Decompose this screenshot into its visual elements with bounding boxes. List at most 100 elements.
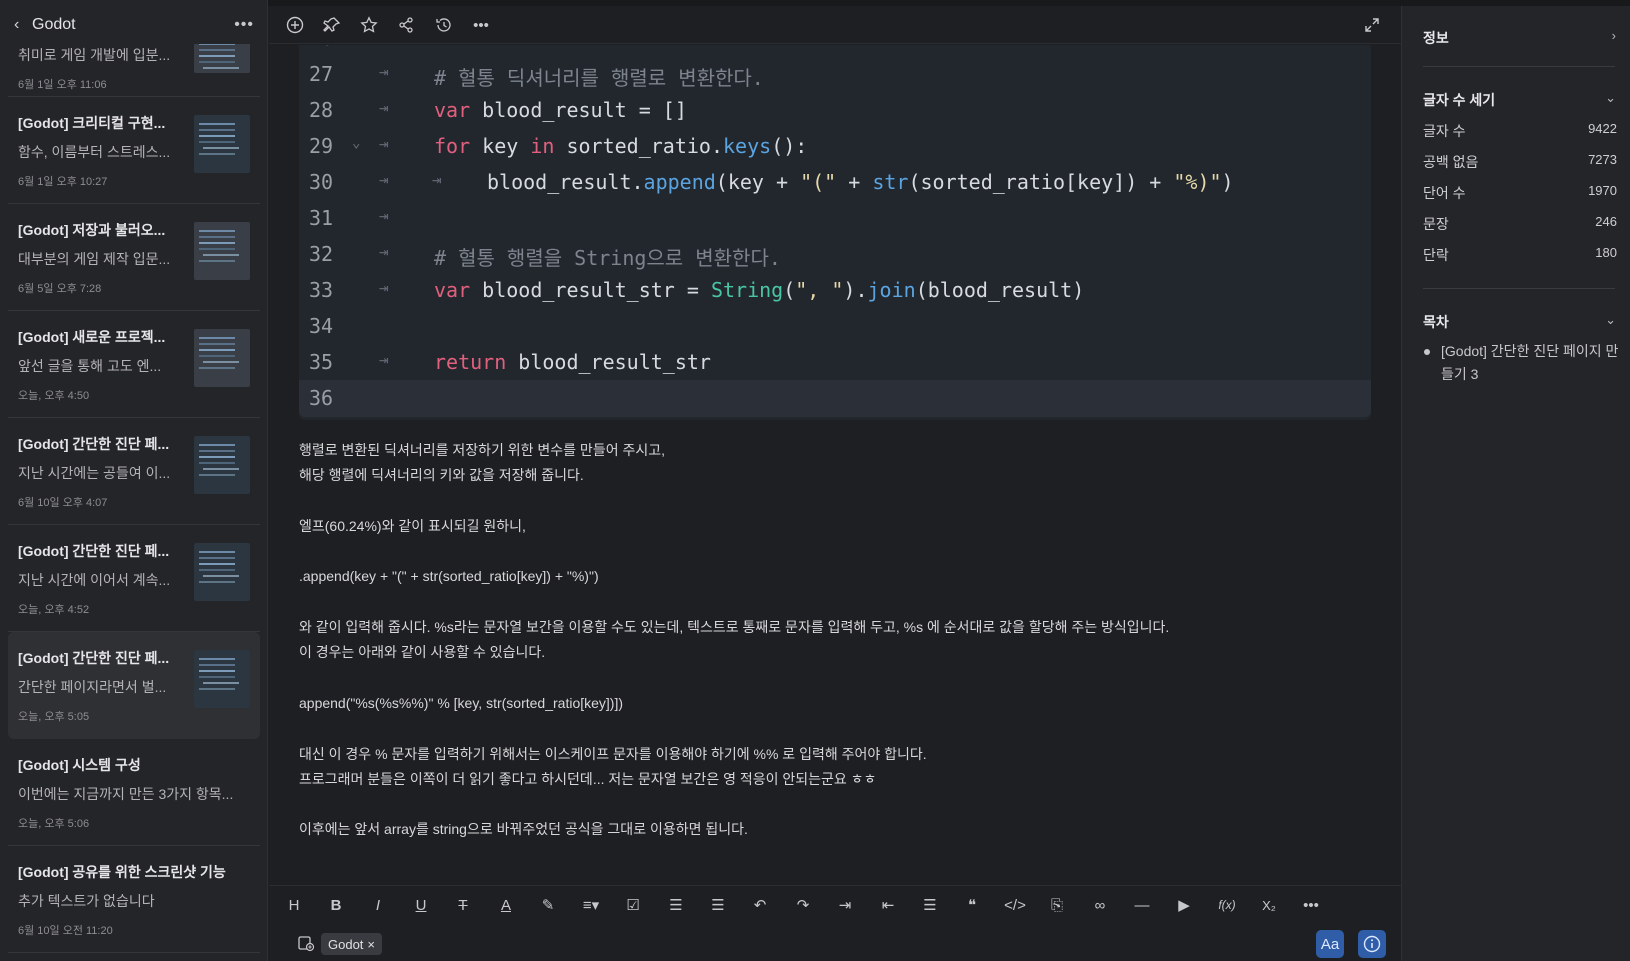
expand-icon[interactable] [1362, 15, 1382, 35]
note-list: 취미로 게임 개발에 입분... 6월 1일 오후 11:06 [Godot] … [0, 35, 267, 953]
outdent-icon[interactable]: ⇤ [876, 894, 900, 916]
note-list-sidebar: ‹ Godot ••• 취미로 게임 개발에 입분... 6월 1일 오후 11… [0, 0, 268, 961]
chevron-down-icon[interactable]: ⌄ [1605, 90, 1616, 106]
note-item-selected[interactable]: [Godot] 간단한 진단 페... 간단한 페이지라면서 벌... 오늘, … [8, 632, 260, 739]
fold-chevron-icon[interactable]: ⌄ [352, 135, 370, 151]
note-date: 오늘, 오후 5:05 [18, 711, 90, 723]
formula-icon[interactable]: f(x) [1215, 894, 1239, 916]
paragraph: 엘프(60.24%)와 같이 표시되길 원하니, [299, 517, 526, 534]
undo-icon[interactable]: ↶ [748, 894, 772, 916]
info-icon[interactable] [1358, 930, 1386, 958]
underline-icon[interactable]: U [409, 894, 433, 916]
star-icon[interactable] [359, 15, 379, 35]
code-block[interactable]: 26 27 ⇥ # 혈통 딕셔너리를 행렬로 변환한다. 28 ⇥ var bl… [299, 45, 1371, 420]
stat-row: 단락 180 [1423, 245, 1617, 265]
code-text: var blood_result_str = String(", ").join… [434, 278, 1084, 302]
add-circle-icon[interactable] [285, 15, 305, 35]
note-toolbar: ••• [269, 6, 1401, 44]
paragraph: 와 같이 입력해 줍시다. %s라는 문자열 보간을 이용할 수도 있는데, 텍… [299, 619, 1170, 636]
chevron-right-icon[interactable]: › [1612, 28, 1616, 43]
paragraph [299, 539, 1379, 564]
code-function: keys [723, 134, 772, 158]
divider [1423, 288, 1615, 289]
bold-icon[interactable]: B [324, 894, 348, 916]
tag-chip[interactable]: Godot × [321, 933, 383, 955]
line-number: 31 [309, 206, 334, 230]
note-item[interactable]: [Godot] 간단한 진단 페... 지난 시간에는 공들여 이... 6월 … [8, 418, 260, 525]
more-horizontal-icon[interactable]: ••• [234, 16, 254, 34]
strikethrough-icon[interactable]: T [451, 894, 475, 916]
code-string: ", " [795, 278, 844, 302]
more-horizontal-icon[interactable]: ••• [1299, 894, 1323, 916]
text-color-icon[interactable]: A [494, 894, 518, 916]
subscript-icon[interactable]: X₂ [1257, 894, 1281, 916]
note-thumbnail [194, 329, 250, 387]
note-editor[interactable]: 26 27 ⇥ # 혈통 딕셔너리를 행렬로 변환한다. 28 ⇥ var bl… [269, 45, 1401, 885]
chevron-left-icon[interactable]: ‹ [14, 16, 32, 34]
divider-icon[interactable]: — [1130, 894, 1154, 916]
quote-icon[interactable]: ❝ [960, 894, 984, 916]
code-icon[interactable]: </> [1003, 894, 1027, 916]
code-keyword: var [434, 278, 471, 302]
info-panel: 정보 › 글자 수 세기 ⌄ 글자 수 9422 공백 없음 7273 단어 수… [1401, 6, 1630, 961]
checkbox-icon[interactable]: ☑ [621, 894, 645, 916]
toc-item[interactable]: [Godot] 간단한 진단 페이지 만들기 3 [1423, 340, 1623, 386]
bullet-list-icon[interactable]: ☰ [664, 894, 688, 916]
note-date: 6월 10일 오전 11:20 [18, 925, 113, 937]
note-date: 6월 1일 오후 10:27 [18, 176, 108, 188]
tab-marker-icon: ⇥ [379, 62, 389, 81]
paragraph: 행렬로 변환된 딕셔너리를 저장하기 위한 변수를 만들어 주시고, [299, 442, 665, 458]
note-preview: 이번에는 지금까지 만든 3가지 항목... [18, 786, 234, 802]
code-line: 29 ⌄ ⇥ for key in sorted_ratio.keys(): [299, 128, 1371, 165]
note-item[interactable]: [Godot] 크리티컬 구현... 함수, 이름부터 스트레스... 6월 1… [8, 97, 260, 204]
note-title: [Godot] 간단한 진단 페... [18, 543, 170, 559]
pin-icon[interactable] [322, 15, 342, 35]
note-item[interactable]: [Godot] 공유를 위한 스크린샷 기능 추가 텍스트가 없습니다 6월 1… [8, 846, 260, 953]
share-icon[interactable] [396, 15, 416, 35]
video-icon[interactable]: ▶ [1172, 894, 1196, 916]
stat-value: 246 [1595, 214, 1617, 229]
link-icon[interactable]: ∞ [1088, 894, 1112, 916]
tab-marker-icon: ⇥ [379, 278, 389, 297]
more-horizontal-icon[interactable]: ••• [471, 15, 491, 35]
chevron-down-icon[interactable]: ⌄ [1605, 312, 1616, 328]
note-body[interactable]: 행렬로 변환된 딕셔너리를 저장하기 위한 변수를 만들어 주시고, 해당 행렬… [299, 438, 1379, 843]
history-icon[interactable] [434, 15, 454, 35]
code-text: for key in sorted_ratio.keys(): [434, 134, 807, 158]
paragraph: 프로그래머 분들은 이쪽이 더 읽기 좋다고 하시던데... 저는 문자열 보간… [299, 770, 877, 787]
numbered-list-icon[interactable]: ☰ [706, 894, 730, 916]
highlighter-icon[interactable]: ✎ [536, 894, 560, 916]
tag-remove-icon[interactable]: × [367, 937, 375, 952]
code-token: (key + [715, 170, 801, 194]
code-keyword: for [434, 134, 471, 158]
heading-icon[interactable]: H [282, 894, 306, 916]
code-line: 35 ⇥ return blood_result_str [299, 344, 1371, 381]
line-number: 28 [309, 98, 334, 122]
indent-icon[interactable]: ⇥ [833, 894, 857, 916]
align-icon[interactable]: ≡▾ [579, 894, 603, 916]
tag-add-icon[interactable] [297, 934, 315, 952]
note-thumbnail [194, 222, 250, 280]
note-thumbnail [194, 115, 250, 173]
code-token: (): [771, 134, 808, 158]
text-style-button[interactable]: Aa [1316, 930, 1344, 958]
note-item[interactable]: [Godot] 간단한 진단 페... 지난 시간에 이어서 계속... 오늘,… [8, 525, 260, 632]
note-item[interactable]: [Godot] 새로운 프로젝... 앞선 글을 통해 고도 엔... 오늘, … [8, 311, 260, 418]
tab-marker-icon: ⇥ [379, 350, 389, 369]
note-thumbnail [194, 436, 250, 494]
note-item[interactable]: 취미로 게임 개발에 입분... 6월 1일 오후 11:06 [8, 35, 260, 97]
note-date: 오늘, 오후 4:50 [18, 390, 90, 402]
note-item[interactable]: [Godot] 시스템 구성 이번에는 지금까지 만든 3가지 항목... 오늘… [8, 739, 260, 846]
code-token: + [836, 170, 873, 194]
toggle-list-icon[interactable]: ☰ [918, 894, 942, 916]
note-item[interactable]: [Godot] 저장과 불러오... 대부분의 게임 제작 입문... 6월 5… [8, 204, 260, 311]
note-title: [Godot] 크리티컬 구현... [18, 115, 166, 131]
code-function: join [867, 278, 916, 302]
code-type: String [710, 278, 784, 302]
code-block-icon[interactable]: ⎘ [1045, 894, 1069, 916]
italic-icon[interactable]: I [366, 894, 390, 916]
redo-icon[interactable]: ↷ [791, 894, 815, 916]
stat-value: 7273 [1588, 152, 1617, 167]
code-comment: # 혈통 행렬을 String으로 변환한다. [434, 246, 781, 270]
paragraph: append("%s(%s%%)" % [key, str(sorted_rat… [299, 694, 624, 711]
